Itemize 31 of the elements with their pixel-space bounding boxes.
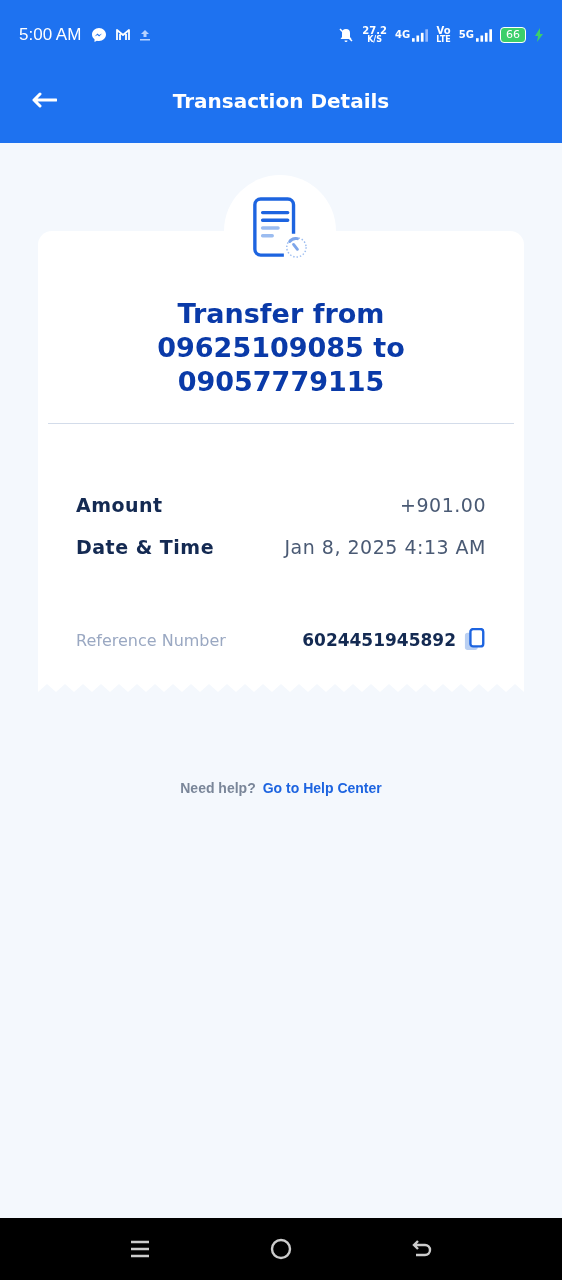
charging-icon [534,28,544,42]
page-title: Transaction Details [172,88,390,113]
network-type: 4G [394,30,411,40]
menu-icon[interactable] [130,1239,150,1259]
detail-value: +901.00 [400,494,486,516]
mail-icon [115,28,132,42]
volte-label: Vo [436,26,451,36]
volte-label: LTE [436,36,451,44]
signal-icon [476,28,492,42]
detail-label: Date & Time [76,536,215,558]
muted-bell-icon [338,27,355,43]
document-clock-icon [251,197,309,261]
status-time: 5:00 AM [19,25,82,45]
transfer-title: Transfer from 09625109085 to 09057779115 [156,297,406,399]
back-icon[interactable] [412,1239,432,1259]
reference-value: 6024451945892 [302,630,456,650]
network-speed: 27.2 [362,26,387,36]
reference-label: Reference Number [76,630,227,650]
detail-value: Jan 8, 2025 4:13 AM [284,536,486,558]
help-text: Need help? [180,780,256,796]
copy-icon[interactable] [464,628,486,652]
help-center-link[interactable]: Go to Help Center [262,780,382,796]
signal-icon [412,28,429,42]
detail-label: Amount [76,494,163,516]
back-arrow-icon[interactable] [31,92,57,108]
battery-indicator: 66 [500,27,526,43]
speed-unit: K/S [367,36,383,44]
home-icon[interactable] [270,1238,292,1260]
network-type: 5G [458,30,474,40]
upload-icon [139,29,152,41]
messenger-icon [91,27,108,43]
